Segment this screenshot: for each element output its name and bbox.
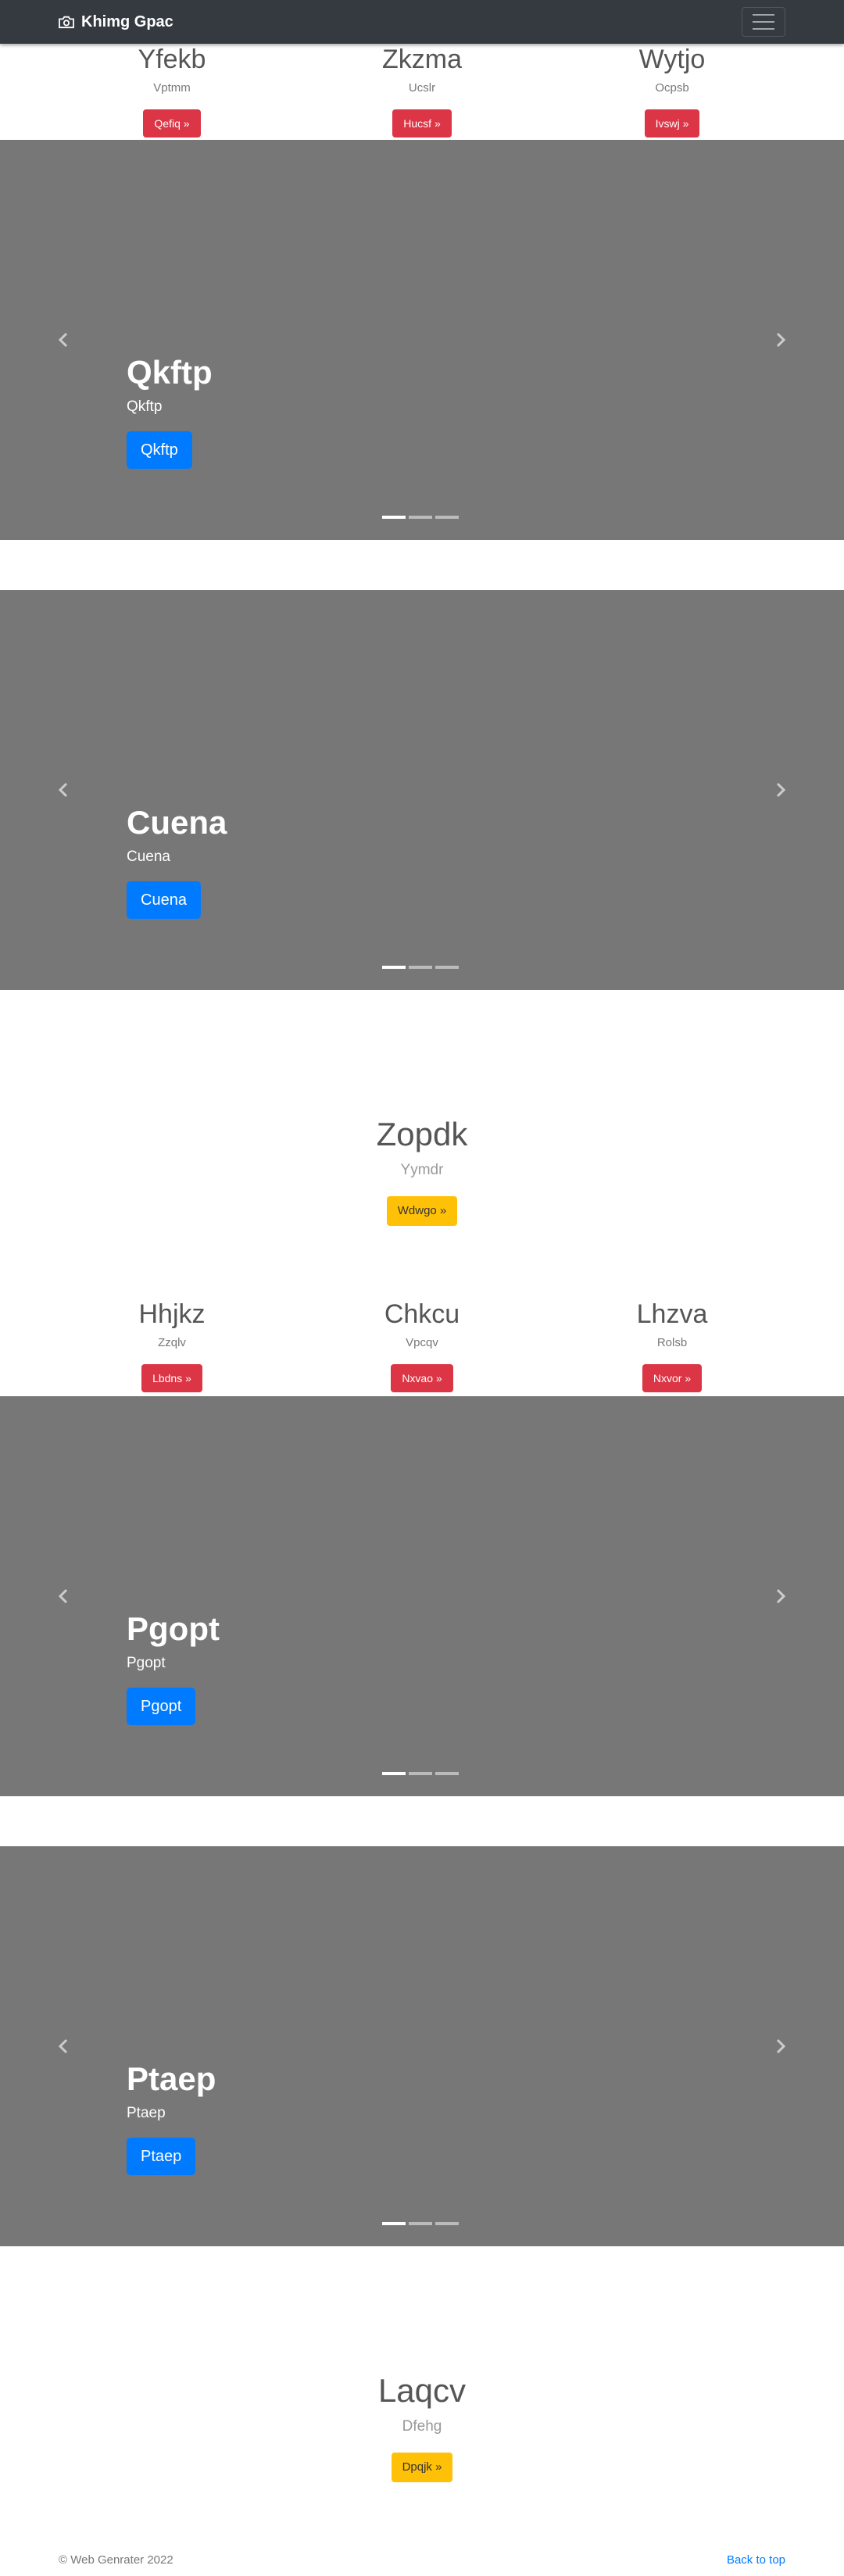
col-text: Vptmm — [153, 81, 191, 95]
carousel-title: Cuena — [127, 804, 227, 841]
featurette-button[interactable]: Wdwgo » — [386, 1196, 458, 1226]
marketing-col: Hhjkz Zzqlv Lbdns » — [55, 1299, 289, 1392]
col-text: Ocpsb — [655, 81, 689, 95]
carousel-caption: Qkftp Qkftp Qkftp — [127, 353, 213, 469]
marketing-col: Lhzva Rolsb Nxvor » — [555, 1299, 789, 1392]
carousel-caption: Pgopt Pgopt Pgopt — [127, 1610, 220, 1725]
carousel-text: Cuena — [127, 849, 170, 865]
carousel-next-icon[interactable] — [771, 330, 789, 349]
hamburger-icon — [753, 14, 774, 16]
carousel-text: Ptaep — [127, 2105, 166, 2121]
col-button[interactable]: Nxvor » — [642, 1364, 703, 1392]
hamburger-menu-button[interactable] — [742, 7, 785, 37]
carousel-indicator[interactable] — [435, 966, 459, 969]
carousel-indicators — [382, 1772, 459, 1775]
carousel-indicators — [382, 516, 459, 519]
marketing-col: Wytjo Ocpsb Ivswj » — [555, 44, 789, 138]
carousel: Ptaep Ptaep Ptaep — [0, 1846, 844, 2246]
col-heading: Lhzva — [636, 1299, 708, 1329]
brand-link[interactable]: Khimg Gpac — [58, 0, 173, 44]
carousel: Qkftp Qkftp Qkftp — [0, 140, 844, 540]
carousel-caption: Cuena Cuena Cuena — [127, 803, 227, 919]
col-text: Rolsb — [656, 1336, 688, 1349]
col-button[interactable]: Nxvao » — [391, 1364, 453, 1392]
featurette-text: Dfehg — [402, 2418, 442, 2435]
carousel-indicator[interactable] — [435, 516, 459, 519]
featurette-heading: Zopdk — [376, 1116, 468, 1152]
carousel-prev-icon[interactable] — [55, 330, 73, 349]
carousel-button[interactable]: Ptaep — [127, 2138, 196, 2175]
featurette: Zopdk Yymdr Wdwgo » — [0, 1115, 844, 1226]
carousel-title: Pgopt — [127, 1610, 220, 1647]
col-heading: Wytjo — [638, 45, 706, 74]
carousel-indicator[interactable] — [435, 2222, 459, 2225]
col-text: Vpcqv — [406, 1336, 438, 1349]
carousel-indicator[interactable] — [382, 2222, 406, 2225]
carousel-indicator[interactable] — [409, 516, 432, 519]
featurette: Laqcv Dfehg Dpqjk » — [0, 2371, 844, 2482]
carousel-indicator[interactable] — [409, 966, 432, 969]
marketing-col: Zkzma Ucslr Hucsf » — [305, 44, 539, 138]
copyright-text: © Web Genrater 2022 — [59, 2553, 173, 2567]
col-button[interactable]: Ivswj » — [644, 109, 700, 138]
carousel-button[interactable]: Qkftp — [127, 431, 192, 469]
navbar: Khimg Gpac — [0, 0, 844, 44]
brand-name: Khimg Gpac — [81, 13, 173, 30]
col-heading: Zkzma — [382, 45, 462, 74]
col-text: Zzqlv — [158, 1336, 186, 1349]
carousel-indicator[interactable] — [382, 516, 406, 519]
carousel-prev-icon[interactable] — [55, 1587, 73, 1606]
carousel-button[interactable]: Cuena — [127, 881, 201, 919]
marketing-col: Yfekb Vptmm Qefiq » — [55, 44, 289, 138]
col-heading: Yfekb — [138, 45, 206, 74]
carousel-indicators — [382, 2222, 459, 2225]
marketing-col: Chkcu Vpcqv Nxvao » — [305, 1299, 539, 1392]
carousel-indicator[interactable] — [435, 1772, 459, 1775]
col-button[interactable]: Hucsf » — [392, 109, 452, 138]
footer: © Web Genrater 2022 Back to top — [0, 2553, 844, 2574]
carousel-title: Qkftp — [127, 354, 213, 391]
carousel-prev-icon[interactable] — [55, 781, 73, 799]
camera-icon — [59, 16, 74, 29]
col-text: Ucslr — [408, 81, 436, 95]
carousel-button[interactable]: Pgopt — [127, 1688, 196, 1725]
col-button[interactable]: Qefiq » — [143, 109, 201, 138]
carousel-indicator[interactable] — [409, 2222, 432, 2225]
back-to-top-link[interactable]: Back to top — [727, 2553, 785, 2567]
carousel-next-icon[interactable] — [771, 1587, 789, 1606]
carousel-text: Pgopt — [127, 1655, 166, 1671]
carousel-next-icon[interactable] — [771, 781, 789, 799]
carousel-text: Qkftp — [127, 398, 163, 415]
carousel: Pgopt Pgopt Pgopt — [0, 1396, 844, 1796]
featurette-button[interactable]: Dpqjk » — [391, 2453, 453, 2482]
carousel-prev-icon[interactable] — [55, 2037, 73, 2056]
carousel: Cuena Cuena Cuena — [0, 590, 844, 990]
carousel-indicator[interactable] — [382, 966, 406, 969]
carousel-title: Ptaep — [127, 2060, 216, 2097]
col-heading: Chkcu — [384, 1299, 460, 1329]
featurette-heading: Laqcv — [377, 2372, 467, 2409]
featurette-text: Yymdr — [400, 1162, 444, 1178]
carousel-indicator[interactable] — [409, 1772, 432, 1775]
col-heading: Hhjkz — [138, 1299, 206, 1329]
carousel-caption: Ptaep Ptaep Ptaep — [127, 2060, 216, 2175]
page: Khimg Gpac Yfekb Vptmm Qefiq » Zkzma Ucs… — [0, 0, 844, 2576]
carousel-indicators — [382, 966, 459, 969]
carousel-next-icon[interactable] — [771, 2037, 789, 2056]
carousel-indicator[interactable] — [382, 1772, 406, 1775]
col-button[interactable]: Lbdns » — [141, 1364, 202, 1392]
